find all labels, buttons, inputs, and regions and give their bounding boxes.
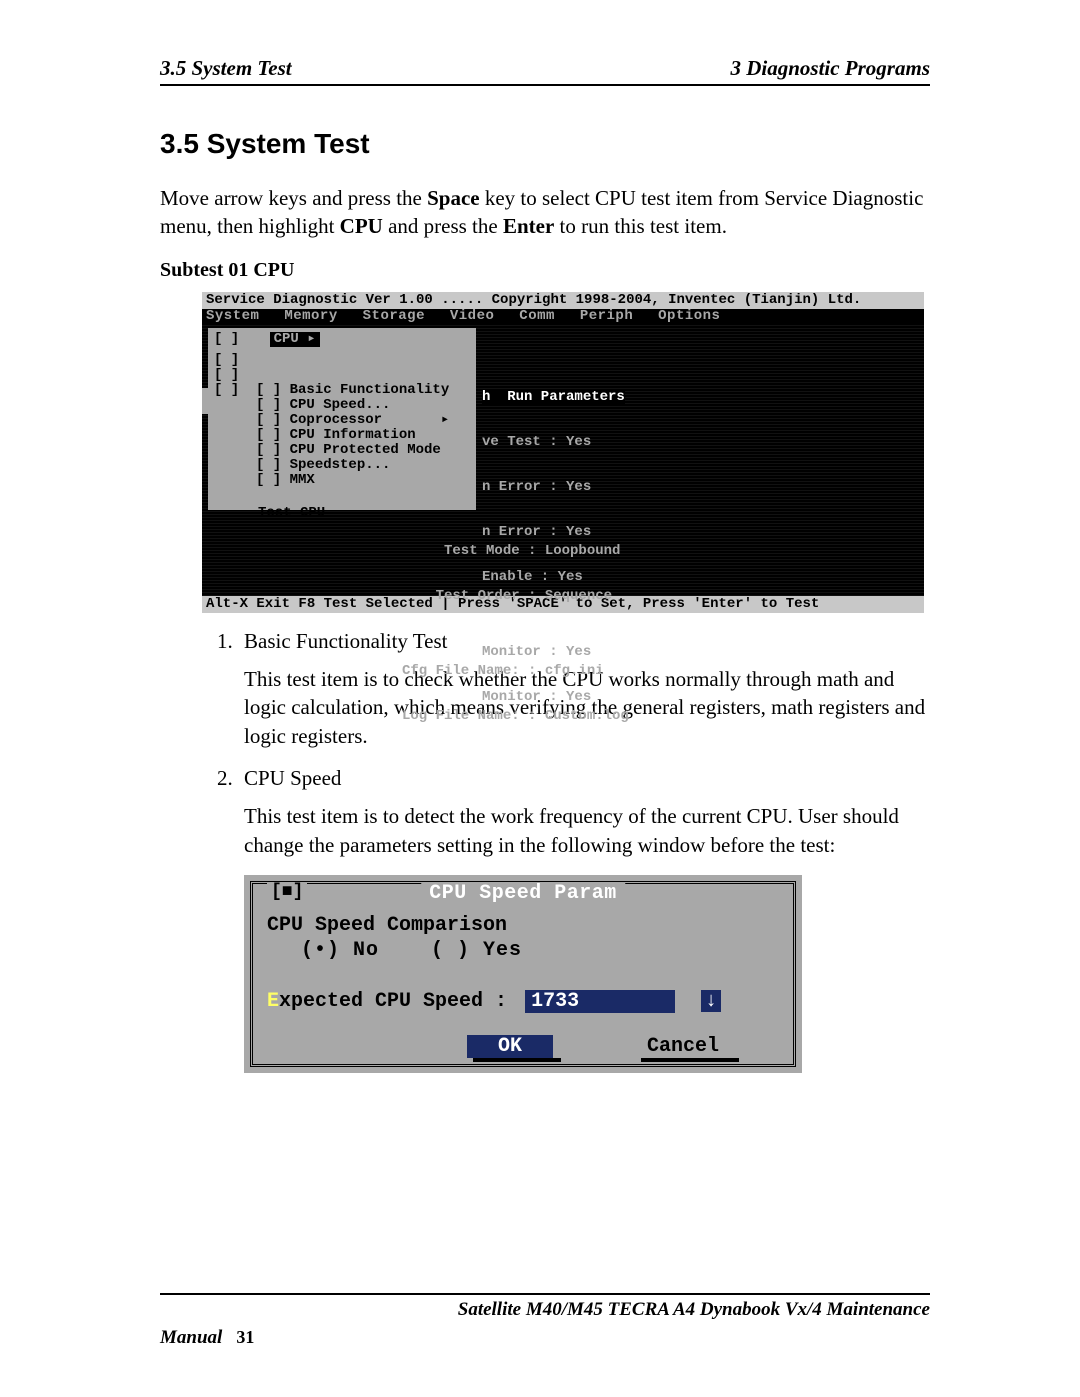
- menu-item: Video: [450, 308, 495, 324]
- dialog-title: CPU Speed Param: [421, 882, 625, 905]
- list-item: CPU Speed This test item is to detect th…: [238, 764, 930, 859]
- cpu-submenu-list: [ ] [ ] [ ] [ ] Basic Functionality [ ] …: [214, 353, 470, 521]
- footer-title: Satellite M40/M45 TECRA A4 Dynabook Vx/4…: [160, 1293, 930, 1321]
- cpu-submenu-panel: [ ] CPU ▸ [ ] [ ] [ ] [ ] Basic Function…: [208, 328, 476, 510]
- spinner-down-icon: ↓: [701, 990, 721, 1012]
- radio-no: (•) No: [301, 939, 379, 962]
- service-diagnostic-screenshot: Service Diagnostic Ver 1.00 ..... Copyri…: [202, 292, 924, 613]
- list-item-body: This test item is to detect the work fre…: [244, 802, 930, 859]
- intro-paragraph: Move arrow keys and press the Space key …: [160, 184, 930, 241]
- menu-item: Storage: [363, 308, 425, 324]
- footer-page: Manual31: [160, 1327, 254, 1349]
- menu-item: System: [206, 308, 259, 324]
- comparison-label: CPU Speed Comparison: [267, 914, 779, 937]
- running-head-right: 3 Diagnostic Programs: [730, 56, 930, 81]
- close-icon: [■]: [267, 882, 307, 902]
- run-parameters-header: h Run Parameters: [482, 390, 625, 405]
- expected-speed-row: Expected CPU Speed : 1733 ↓: [267, 990, 779, 1013]
- cpu-speed-param-screenshot: [■] CPU Speed Param CPU Speed Comparison…: [244, 875, 802, 1073]
- running-head: 3.5 System Test 3 Diagnostic Programs: [160, 56, 930, 86]
- radio-yes: ( ) Yes: [431, 939, 522, 962]
- running-head-left: 3.5 System Test: [160, 56, 292, 81]
- list-item-title: CPU Speed: [244, 766, 341, 790]
- diag-title: Service Diagnostic Ver 1.00 ..... Copyri…: [202, 292, 924, 309]
- cpu-highlight: CPU ▸: [270, 332, 320, 347]
- subtest-label: Subtest 01 CPU: [160, 259, 930, 282]
- cancel-button: Cancel: [635, 1035, 731, 1058]
- menu-item: Memory: [284, 308, 337, 324]
- section-title: 3.5 System Test: [160, 128, 930, 160]
- expected-speed-value: 1733: [525, 990, 675, 1013]
- mode-order-block: Test Mode : Loopbound Test Order : Seque…: [402, 514, 629, 754]
- ok-button: OK: [467, 1035, 553, 1058]
- menu-item: Periph: [580, 308, 633, 324]
- menu-item: Options: [658, 308, 720, 324]
- radio-row: (•) No ( ) Yes: [301, 939, 779, 962]
- diag-menubar: System Memory Storage Video Comm Periph …: [202, 309, 924, 324]
- expected-label: xpected CPU Speed :: [279, 990, 507, 1013]
- menu-item: Comm: [519, 308, 555, 324]
